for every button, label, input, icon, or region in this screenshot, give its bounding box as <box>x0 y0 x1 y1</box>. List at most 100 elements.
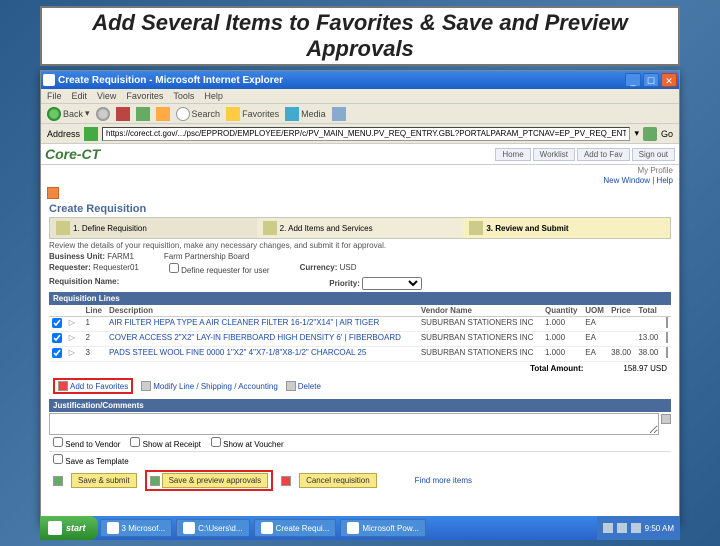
line-desc[interactable]: AIR FILTER HEPA TYPE A AIR CLEANER FILTE… <box>106 317 418 332</box>
window-links[interactable]: New Window | Help <box>41 176 679 187</box>
business-unit-value: FARM1 <box>107 252 134 261</box>
delete-link[interactable]: Delete <box>286 381 321 391</box>
tray-icon[interactable] <box>617 523 627 533</box>
find-more-items-link[interactable]: Find more items <box>415 476 472 485</box>
clock: 9:50 AM <box>645 524 674 533</box>
show-voucher-label: Show at Voucher <box>211 437 284 449</box>
cancel-requisition-button[interactable]: Cancel requisition <box>299 473 377 488</box>
menu-help[interactable]: Help <box>204 91 223 101</box>
collapse-icon[interactable] <box>47 187 59 199</box>
taskbar-item[interactable]: C:\Users\d... <box>176 519 249 537</box>
comment-icon[interactable] <box>666 317 668 328</box>
nav-add-fav[interactable]: Add to Fav <box>577 148 630 161</box>
save-submit-button[interactable]: Save & submit <box>71 473 137 488</box>
modify-line-link[interactable]: Modify Line / Shipping / Accounting <box>141 381 278 391</box>
menu-favorites[interactable]: Favorites <box>126 91 163 101</box>
menu-edit[interactable]: Edit <box>72 91 88 101</box>
nav-home[interactable]: Home <box>495 148 530 161</box>
expand-icon[interactable]: ▷ <box>69 348 79 358</box>
system-tray[interactable]: 9:50 AM <box>597 516 680 540</box>
line-desc[interactable]: PADS STEEL WOOL FINE 0000 1"X2" 4"X7-1/8… <box>106 347 418 362</box>
wizard-step-2[interactable]: 2. Add Items and Services <box>257 218 464 238</box>
nav-signout[interactable]: Sign out <box>632 148 675 161</box>
save-icon <box>53 476 63 486</box>
justification-textarea[interactable] <box>49 413 659 435</box>
send-vendor-checkbox[interactable] <box>53 437 63 447</box>
slide-title: Add Several Items to Favorites & Save an… <box>40 6 680 66</box>
ie-titlebar: Create Requisition - Microsoft Internet … <box>41 71 679 89</box>
nav-worklist[interactable]: Worklist <box>533 148 575 161</box>
media-button[interactable]: Media <box>285 107 326 121</box>
expand-icon[interactable]: ▷ <box>69 318 79 328</box>
comment-icon[interactable] <box>666 347 668 358</box>
menu-tools[interactable]: Tools <box>173 91 194 101</box>
expand-icon[interactable]: ▷ <box>69 333 79 343</box>
comment-icon[interactable] <box>666 332 668 343</box>
line-desc[interactable]: COVER ACCESS 2"X2" LAY-IN FIBERBOARD HIG… <box>106 332 418 347</box>
favorites-button[interactable]: Favorites <box>226 107 279 121</box>
line-vendor: SUBURBAN STATIONERS INC <box>418 332 542 347</box>
ie-menubar: File Edit View Favorites Tools Help <box>41 89 679 104</box>
minimize-button[interactable]: _ <box>625 73 641 87</box>
menu-file[interactable]: File <box>47 91 62 101</box>
tray-icon[interactable] <box>631 523 641 533</box>
requisition-name-label: Requisition Name: <box>49 277 119 286</box>
total-label: Total Amount: <box>530 364 583 373</box>
search-button[interactable]: Search <box>176 107 221 121</box>
line-price <box>608 317 635 332</box>
col-uom: UOM <box>582 305 608 317</box>
line-checkbox[interactable] <box>52 348 62 358</box>
save-preview-highlight: Save & preview approvals <box>145 470 274 491</box>
line-num: 2 <box>83 332 107 347</box>
currency-label: Currency: <box>300 263 338 272</box>
define-requester-checkbox[interactable] <box>169 263 179 273</box>
col-vendor: Vendor Name <box>418 305 542 317</box>
favorite-icon <box>58 381 68 391</box>
add-to-favorites-link[interactable]: Add to Favorites <box>58 381 128 391</box>
user-line: My Profile <box>41 165 679 176</box>
address-label: Address <box>47 129 80 139</box>
refresh-button[interactable] <box>136 107 150 121</box>
delete-icon <box>286 381 296 391</box>
address-input[interactable] <box>102 127 630 141</box>
show-receipt-label: Show at Receipt <box>130 437 201 449</box>
back-button[interactable]: Back ▾ <box>47 107 90 121</box>
taskbar: start 3 Microsof... C:\Users\d... Create… <box>40 516 680 540</box>
spell-check-icon[interactable] <box>661 414 671 424</box>
save-template-checkbox[interactable] <box>53 454 63 464</box>
maximize-button[interactable]: ☐ <box>643 73 659 87</box>
line-uom: EA <box>582 332 608 347</box>
line-checkbox[interactable] <box>52 318 62 328</box>
page-title: Create Requisition <box>49 203 671 215</box>
wizard-steps: 1. Define Requisition 2. Add Items and S… <box>49 217 671 239</box>
show-voucher-checkbox[interactable] <box>211 437 221 447</box>
taskbar-item[interactable]: Microsoft Pow... <box>340 519 425 537</box>
go-button[interactable] <box>643 127 657 141</box>
address-dropdown-icon[interactable]: ▾ <box>634 128 639 139</box>
history-button[interactable] <box>332 107 346 121</box>
show-receipt-checkbox[interactable] <box>130 437 140 447</box>
close-button[interactable]: ✕ <box>661 73 677 87</box>
wizard-step-3[interactable]: 3. Review and Submit <box>463 218 670 238</box>
line-qty: 1.000 <box>542 332 582 347</box>
save-preview-button[interactable]: Save & preview approvals <box>162 473 269 488</box>
tray-icon[interactable] <box>603 523 613 533</box>
start-button[interactable]: start <box>40 516 98 540</box>
stop-button[interactable] <box>116 107 130 121</box>
wizard-step-1[interactable]: 1. Define Requisition <box>50 218 257 238</box>
search-icon <box>176 107 190 121</box>
col-total: Total <box>635 305 662 317</box>
app-icon <box>261 522 273 534</box>
table-row: ▷ 2 COVER ACCESS 2"X2" LAY-IN FIBERBOARD… <box>49 332 671 347</box>
priority-select[interactable] <box>362 277 422 290</box>
back-icon <box>47 107 61 121</box>
col-desc: Description <box>106 305 418 317</box>
ie-window: Create Requisition - Microsoft Internet … <box>40 70 680 525</box>
home-button[interactable] <box>156 107 170 121</box>
taskbar-item[interactable]: 3 Microsof... <box>100 519 173 537</box>
forward-button[interactable] <box>96 107 110 121</box>
menu-view[interactable]: View <box>97 91 116 101</box>
line-vendor: SUBURBAN STATIONERS INC <box>418 317 542 332</box>
line-checkbox[interactable] <box>52 333 62 343</box>
taskbar-item[interactable]: Create Requi... <box>254 519 337 537</box>
